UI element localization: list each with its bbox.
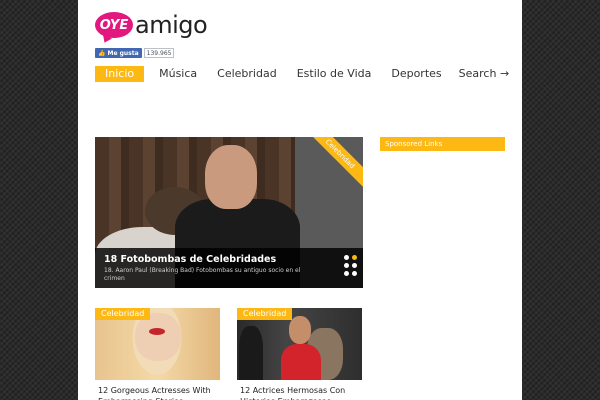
main-nav: Inicio Música Celebridad Estilo de Vida … bbox=[95, 66, 509, 82]
featured-title[interactable]: 18 Fotobombas de Celebridades bbox=[104, 254, 276, 265]
nav-item-estilo-de-vida[interactable]: Estilo de Vida bbox=[297, 66, 372, 82]
nav-item-musica[interactable]: Música bbox=[159, 66, 197, 82]
facebook-like-button[interactable]: 👍 Me gusta bbox=[95, 48, 142, 58]
page-container: OYE amigo 👍 Me gusta 139.965 Inicio Músi… bbox=[78, 0, 522, 400]
slider-dot[interactable] bbox=[344, 263, 349, 268]
article-card[interactable]: Celebridad 12 Gorgeous Actresses With Em… bbox=[95, 308, 220, 400]
nav-item-search[interactable]: Search → bbox=[459, 66, 510, 82]
slider-dot[interactable] bbox=[344, 255, 349, 260]
slider-dot[interactable] bbox=[352, 263, 357, 268]
article-category-tag[interactable]: Celebridad bbox=[95, 308, 151, 320]
article-card[interactable]: Celebridad 12 Actrices Hermosas Con Hist… bbox=[237, 308, 362, 400]
featured-caption: 18 Fotobombas de Celebridades 18. Aaron … bbox=[95, 248, 363, 288]
slider-dot-active[interactable] bbox=[352, 255, 357, 260]
nav-item-deportes[interactable]: Deportes bbox=[391, 66, 441, 82]
featured-subtitle: 18. Aaron Paul (Breaking Bad) Fotobombas… bbox=[104, 267, 301, 282]
article-title[interactable]: 12 Gorgeous Actresses With Embarrassing … bbox=[98, 385, 220, 400]
slider-dot[interactable] bbox=[352, 271, 357, 276]
article-category-tag[interactable]: Celebridad bbox=[237, 308, 293, 320]
site-logo[interactable]: OYE amigo bbox=[95, 10, 208, 40]
facebook-like-widget[interactable]: 👍 Me gusta 139.965 bbox=[95, 48, 175, 58]
nav-item-celebridad[interactable]: Celebridad bbox=[217, 66, 277, 82]
featured-slider[interactable]: Celebridad 18 Fotobombas de Celebridades… bbox=[95, 137, 363, 288]
facebook-like-label: Me gusta bbox=[107, 49, 139, 57]
slider-dots bbox=[344, 255, 358, 276]
sponsored-links-header: Sponsored Links bbox=[380, 137, 505, 151]
logo-bubble: OYE bbox=[95, 12, 133, 38]
logo-text: amigo bbox=[135, 11, 208, 39]
slider-dot[interactable] bbox=[344, 271, 349, 276]
thumbs-up-icon: 👍 bbox=[98, 49, 106, 57]
nav-item-inicio[interactable]: Inicio bbox=[95, 66, 145, 82]
facebook-like-count: 139.965 bbox=[143, 48, 175, 58]
article-title[interactable]: 12 Actrices Hermosas Con Historias Embar… bbox=[240, 385, 362, 400]
